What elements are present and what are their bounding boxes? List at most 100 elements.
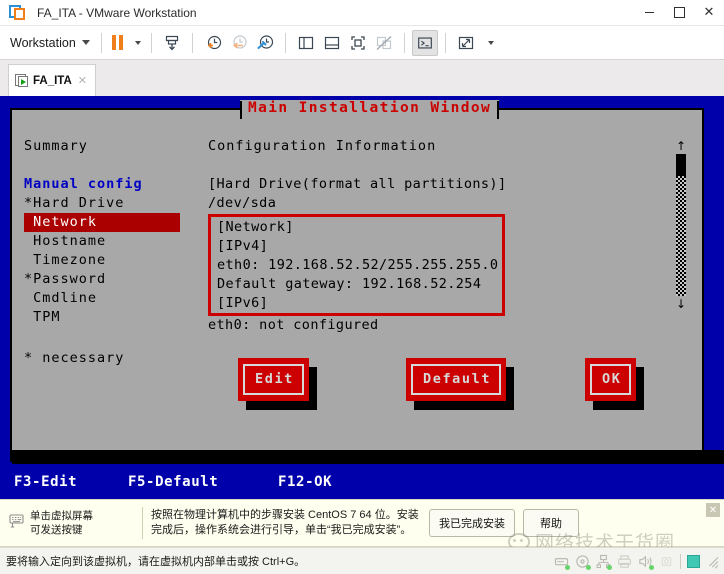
- help-button[interactable]: 帮助: [523, 509, 579, 537]
- configuration-panel: Configuration Information [Hard Drive(fo…: [208, 137, 648, 335]
- console-view-button[interactable]: [411, 29, 438, 56]
- pause-icon: [111, 35, 123, 50]
- revert-snapshot-button[interactable]: [226, 30, 252, 56]
- scroll-down-arrow-icon[interactable]: ↓: [676, 298, 686, 310]
- stretch-view-button[interactable]: [453, 30, 479, 56]
- shortcut-f3-edit[interactable]: F3-Edit: [14, 474, 77, 490]
- config-eth0-ipv4: eth0: 192.168.52.52/255.255.255.0: [217, 257, 499, 273]
- chevron-down-icon: [134, 40, 141, 45]
- keyboard-icon: [8, 511, 26, 536]
- panel-bottom-icon: [324, 36, 339, 49]
- config-ipv4-header: [IPv4]: [217, 238, 269, 254]
- usb-device-status-icon: [659, 554, 674, 569]
- summary-panel: Summary Manual config *Hard Drive Networ…: [24, 137, 194, 327]
- config-network-header: [Network]: [217, 219, 294, 235]
- take-snapshot-button[interactable]: [200, 30, 226, 56]
- close-button[interactable]: ✕: [694, 0, 724, 26]
- vmware-workstation-window: FA_ITA - VMware Workstation ✕ Workstatio…: [0, 0, 724, 574]
- config-eth0-ipv6: eth0: not configured: [208, 317, 379, 333]
- notification-buttons: 我已完成安装 帮助: [429, 509, 579, 537]
- show-library-button[interactable]: [293, 30, 319, 56]
- console-black-strip: [12, 450, 724, 464]
- toolbar-divider: [191, 32, 193, 53]
- notification-close-icon[interactable]: ✕: [706, 503, 720, 517]
- fullscreen-brackets-icon: [351, 35, 365, 50]
- stretch-dropdown[interactable]: [479, 30, 497, 56]
- workstation-menu-label: Workstation: [10, 35, 76, 50]
- config-ipv6-header: [IPv6]: [217, 295, 269, 311]
- vmware-logo-icon: [4, 0, 30, 26]
- config-hard-drive-device: /dev/sda: [208, 195, 277, 211]
- cd-drive-status-icon[interactable]: [575, 554, 591, 570]
- notification-hint-line1: 单击虚拟屏幕: [30, 510, 93, 522]
- tab-label: FA_ITA: [33, 74, 72, 87]
- summary-item-network-label: Network: [24, 213, 180, 232]
- status-bar: 要将输入定向到该虚拟机，请在虚拟机内部单击或按 Ctrl+G。: [0, 547, 724, 574]
- sound-card-status-icon[interactable]: [638, 554, 654, 570]
- send-keys-icon: [165, 35, 178, 50]
- shortcut-f5-default[interactable]: F5-Default: [128, 474, 218, 490]
- vm-running-icon: [15, 73, 29, 88]
- send-ctrl-alt-del-button[interactable]: [159, 30, 185, 56]
- main-toolbar: Workstation: [0, 26, 724, 60]
- toolbar-divider: [444, 32, 446, 53]
- show-thumbnails-button[interactable]: [319, 30, 345, 56]
- config-scrollbar[interactable]: ↑ ↓: [674, 140, 688, 310]
- scrollbar-thumb[interactable]: [676, 154, 686, 176]
- summary-item-manual-config[interactable]: Manual config: [24, 175, 194, 194]
- snapshot-revert-icon: [232, 34, 247, 49]
- chevron-down-icon: [81, 40, 90, 45]
- summary-item-cmdline[interactable]: Cmdline: [24, 289, 194, 308]
- notification-divider: [142, 507, 143, 539]
- resize-grip[interactable]: [706, 555, 719, 569]
- expand-arrows-icon: [458, 36, 473, 49]
- scroll-up-arrow-icon[interactable]: ↑: [676, 140, 686, 152]
- window-controls: ✕: [634, 0, 724, 26]
- scrollbar-track[interactable]: [676, 154, 686, 296]
- summary-item-password[interactable]: *Password: [24, 270, 194, 289]
- ok-button[interactable]: OK: [585, 358, 637, 401]
- summary-item-network[interactable]: Network: [24, 213, 194, 232]
- unity-mode-button[interactable]: [371, 30, 397, 56]
- dialog-title: Main Installation Window: [240, 100, 500, 119]
- ok-button-label: OK: [590, 364, 632, 395]
- sidebar-left-icon: [298, 36, 313, 49]
- summary-item-timezone[interactable]: Timezone: [24, 251, 194, 270]
- notification-hint: 单击虚拟屏幕 可发送按键: [30, 509, 134, 537]
- toolbar-divider: [150, 32, 152, 53]
- vm-console-screen[interactable]: Main Installation Window Summary Manual …: [0, 96, 724, 499]
- toolbar-divider: [284, 32, 286, 53]
- workstation-menu-button[interactable]: Workstation: [6, 33, 94, 53]
- manage-snapshots-button[interactable]: [252, 30, 278, 56]
- hard-disk-status-icon[interactable]: [554, 554, 570, 570]
- maximize-button[interactable]: [664, 0, 694, 26]
- installer-dialog: Main Installation Window Summary Manual …: [10, 100, 706, 462]
- network-highlight-box: [Network] [IPv4] eth0: 192.168.52.52/255…: [208, 214, 506, 316]
- notification-bar: 单击虚拟屏幕 可发送按键 按照在物理计算机中的步骤安装 CentOS 7 64 …: [0, 499, 724, 547]
- printer-status-icon: [617, 554, 632, 569]
- dialog-button-row: Edit Default OK: [12, 358, 706, 428]
- status-bar-icons: [554, 553, 724, 570]
- toolbar-divider: [403, 32, 405, 53]
- default-button-label: Default: [411, 364, 502, 395]
- snapshot-add-icon: [207, 35, 221, 49]
- edit-button[interactable]: Edit: [238, 358, 309, 401]
- full-screen-button[interactable]: [345, 30, 371, 56]
- tab-fa-ita[interactable]: FA_ITA ✕: [8, 64, 96, 96]
- installation-complete-button[interactable]: 我已完成安装: [429, 509, 515, 537]
- network-adapter-status-icon[interactable]: [596, 554, 612, 570]
- pause-button[interactable]: [109, 30, 126, 56]
- vm-power-indicator[interactable]: [687, 554, 700, 568]
- summary-item-hostname[interactable]: Hostname: [24, 232, 194, 251]
- summary-item-tpm[interactable]: TPM: [24, 308, 194, 327]
- tab-close-icon[interactable]: ✕: [78, 74, 87, 87]
- summary-item-hard-drive[interactable]: *Hard Drive: [24, 194, 194, 213]
- minimize-button[interactable]: [634, 0, 664, 26]
- notification-message: 按照在物理计算机中的步骤安装 CentOS 7 64 位。安装完成后，操作系统会…: [151, 508, 419, 537]
- default-button[interactable]: Default: [406, 358, 507, 401]
- function-key-bar: F3-Edit F5-Default F12-OK: [0, 464, 724, 499]
- pause-dropdown[interactable]: [126, 30, 144, 56]
- config-default-gateway: Default gateway: 192.168.52.254: [217, 276, 482, 292]
- config-hard-drive-header: [Hard Drive(format all partitions)]: [208, 176, 507, 192]
- shortcut-f12-ok[interactable]: F12-OK: [278, 474, 332, 490]
